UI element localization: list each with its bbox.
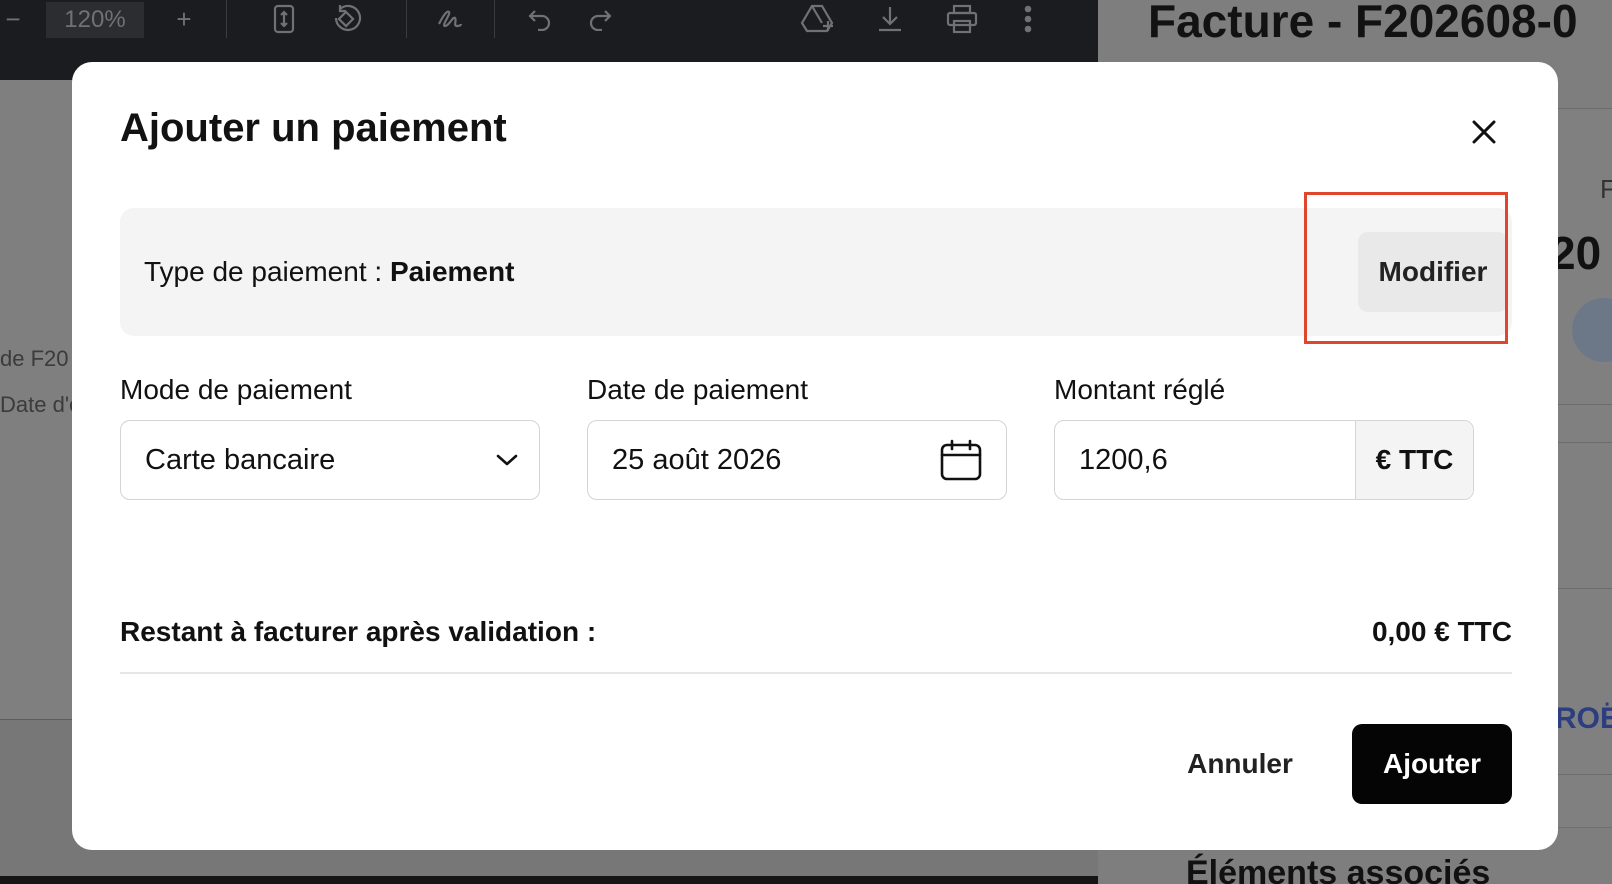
remaining-label: Restant à facturer après validation :: [120, 616, 597, 647]
drive-add-icon[interactable]: [798, 0, 838, 38]
download-icon[interactable]: [872, 0, 908, 38]
draw-icon[interactable]: [432, 0, 468, 38]
toolbar-divider: [406, 0, 407, 38]
zoom-in-button[interactable]: +: [164, 0, 204, 38]
modal-title: Ajouter un paiement: [120, 106, 507, 150]
payment-mode-select[interactable]: Carte bancaire: [120, 420, 540, 500]
add-button[interactable]: Ajouter: [1352, 724, 1512, 804]
payment-date-label: Date de paiement: [587, 374, 809, 405]
chevron-down-icon: [475, 453, 539, 467]
modify-button[interactable]: Modifier: [1358, 232, 1508, 312]
amount-label: Montant réglé: [1054, 374, 1226, 405]
print-icon[interactable]: [942, 0, 982, 38]
payment-mode-value: Carte bancaire: [145, 443, 336, 476]
calendar-icon[interactable]: [916, 438, 1006, 482]
toolbar-divider: [494, 0, 495, 38]
divider: [120, 672, 1512, 674]
close-icon: [1472, 120, 1496, 144]
cancel-button[interactable]: Annuler: [1158, 724, 1322, 804]
amount-field[interactable]: 1200,6 € TTC: [1054, 420, 1474, 500]
amount-value[interactable]: 1200,6: [1055, 444, 1355, 477]
payment-type-label: Type de paiement :: [144, 256, 390, 287]
zoom-level[interactable]: 120%: [46, 2, 144, 38]
panel-link[interactable]: ROË: [1555, 702, 1612, 736]
section-title: Éléments associés: [1186, 854, 1491, 884]
panel-label: F: [1600, 174, 1612, 204]
rotate-icon[interactable]: [326, 0, 366, 38]
invoice-title: Facture - F202608-0: [1148, 0, 1578, 47]
pdf-text-line: de F20: [0, 346, 69, 371]
toolbar-divider: [226, 0, 227, 38]
undo-icon[interactable]: [524, 0, 556, 38]
fit-page-icon[interactable]: [266, 0, 302, 38]
payment-date-value: 25 août 2026: [612, 443, 782, 476]
zoom-out-button[interactable]: −: [0, 0, 26, 38]
pdf-viewer-bottom-bar: [0, 876, 1098, 884]
payment-date-field[interactable]: 25 août 2026: [587, 420, 1007, 500]
more-vert-icon[interactable]: [1016, 0, 1040, 38]
payment-type-text: Type de paiement : Paiement: [144, 256, 514, 288]
redo-icon[interactable]: [584, 0, 616, 38]
remaining-value: 0,00 € TTC: [1371, 616, 1512, 647]
payment-type-box: Type de paiement : Paiement Modifier: [120, 208, 1512, 336]
payment-mode-label: Mode de paiement: [120, 374, 352, 405]
payment-type-value: Paiement: [389, 256, 515, 287]
close-button[interactable]: [1460, 108, 1508, 156]
amount-currency-suffix: € TTC: [1355, 421, 1473, 499]
pdf-text-line: Date d'e: [0, 392, 82, 417]
add-payment-modal: Ajouter un paiement Type de paiement : P…: [72, 62, 1558, 850]
